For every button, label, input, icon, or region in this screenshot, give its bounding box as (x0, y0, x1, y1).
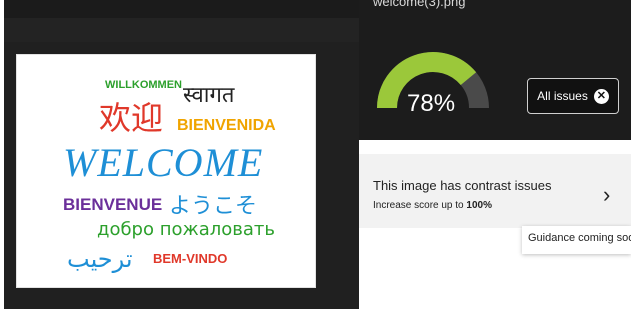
contrast-issue-item[interactable]: This image has contrast issues Increase … (359, 154, 631, 228)
issue-subtitle-value: 100% (466, 200, 492, 211)
score-value: 78% (407, 90, 456, 117)
word-russian: добро пожаловать (97, 219, 275, 240)
all-issues-button[interactable]: All issues ✕ (527, 78, 619, 114)
word-willkommen: WILLKOMMEN (105, 79, 182, 91)
all-issues-label: All issues (537, 89, 588, 103)
close-icon[interactable]: ✕ (593, 88, 609, 104)
word-hindi: स्वागत (183, 83, 235, 108)
score-header: welcome(3).png 78% All issues ✕ (359, 0, 631, 140)
file-name: welcome(3).png (373, 0, 466, 9)
image-preview: WILLKOMMEN स्वागत 欢迎 BIENVENIDA WELCOME … (16, 54, 316, 288)
preview-toolbar-band (4, 18, 359, 42)
issues-panel: This image has contrast issues Increase … (359, 140, 631, 309)
issue-subtitle: Increase score up to 100% (373, 200, 492, 211)
word-arabic: ترحيب (67, 245, 133, 273)
word-chinese: 欢迎 (99, 99, 164, 137)
word-japanese: ようこそ (169, 194, 258, 219)
word-welcome: WELCOME (63, 140, 264, 185)
guidance-tooltip: Guidance coming soon (522, 226, 631, 254)
window-edge (0, 0, 4, 309)
word-bienvenue: BIENVENUE (63, 195, 163, 214)
word-bemvindo: BEM-VINDO (153, 251, 228, 266)
word-bienvenida: BIENVENIDA (177, 117, 276, 134)
issue-title: This image has contrast issues (373, 178, 552, 193)
chevron-right-icon[interactable]: › (603, 184, 610, 206)
issue-subtitle-prefix: Increase score up to (373, 200, 464, 211)
preview-top-band (4, 0, 359, 18)
